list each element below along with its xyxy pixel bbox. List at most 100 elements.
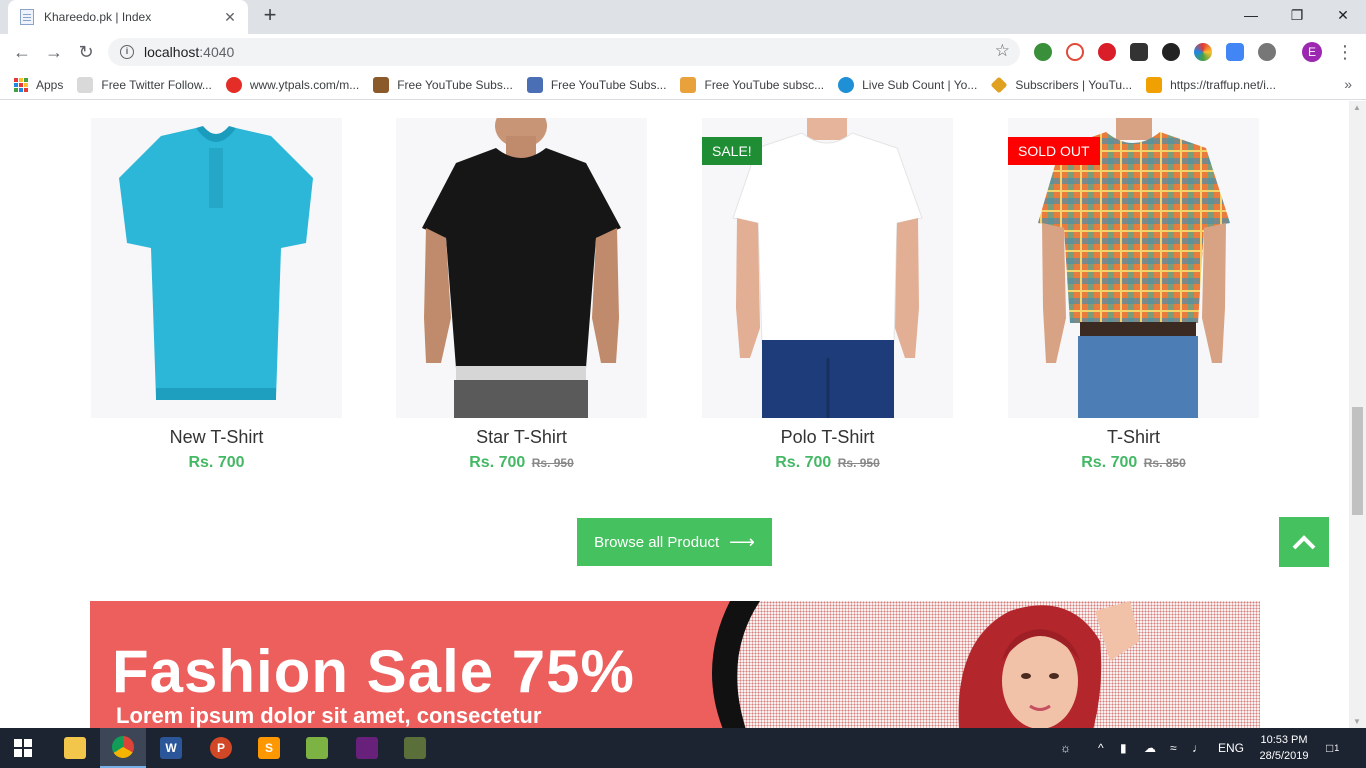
bookmark-item[interactable]: Live Sub Count | Yo... xyxy=(838,76,977,93)
product-image[interactable] xyxy=(91,118,342,418)
powerpoint-icon: P xyxy=(210,737,232,759)
browser-menu-icon[interactable]: ⋮ xyxy=(1336,40,1354,64)
product-image[interactable] xyxy=(396,118,647,418)
blue-polo-shirt-image xyxy=(119,126,313,400)
extension-tb-icon[interactable] xyxy=(1130,43,1148,61)
product-card[interactable]: New T-Shirt Rs. 700 xyxy=(91,118,342,472)
product-price: Rs. 700 xyxy=(91,454,342,472)
banner-subtitle: Lorem ipsum dolor sit amet, consectetur xyxy=(116,703,542,728)
onedrive-icon[interactable]: ☁ xyxy=(1144,728,1156,768)
product-card[interactable]: SALE! Polo T-Shirt Rs. 700 Rs. 950 xyxy=(702,118,953,472)
close-window-button[interactable]: ✕ xyxy=(1320,0,1366,30)
arrow-right-icon: ⟶ xyxy=(729,531,755,552)
taskbar-notepad[interactable] xyxy=(294,728,340,768)
bookmark-favicon-icon xyxy=(990,76,1008,93)
product-card[interactable]: Star T-Shirt Rs. 700 Rs. 950 xyxy=(396,118,647,472)
taskbar-sublime[interactable]: S xyxy=(246,728,292,768)
tool-icon xyxy=(404,737,426,759)
product-image[interactable]: SOLD OUT xyxy=(1008,118,1259,418)
bookmark-label: Free Twitter Follow... xyxy=(101,77,212,92)
people-icon[interactable]: ☼ xyxy=(1060,728,1071,768)
url-host: localhost xyxy=(144,44,200,60)
taskbar-chrome[interactable] xyxy=(100,728,146,768)
address-bar[interactable]: i localhost:4040 ☆ xyxy=(108,38,1020,66)
product-name[interactable]: T-Shirt xyxy=(1008,427,1259,448)
profile-avatar[interactable]: E xyxy=(1302,42,1322,62)
wifi-icon[interactable]: ≈ xyxy=(1170,728,1177,768)
bookmark-item[interactable]: Free YouTube Subs... xyxy=(373,76,513,93)
back-icon[interactable]: ← xyxy=(10,40,34,64)
scroll-thumb[interactable] xyxy=(1352,407,1363,515)
notifications-icon[interactable]: □ 1 xyxy=(1326,728,1339,768)
minimize-button[interactable]: — xyxy=(1228,0,1274,30)
page-viewport: New T-Shirt Rs. 700 Star T-Shirt Rs. 700… xyxy=(0,101,1349,728)
banner-swoosh-graphic xyxy=(712,601,760,728)
restore-button[interactable]: ❐ xyxy=(1274,0,1320,30)
extension-globe-icon[interactable] xyxy=(1034,43,1052,61)
taskbar-powerpoint[interactable]: P xyxy=(198,728,244,768)
visual-studio-icon xyxy=(356,737,378,759)
site-info-icon[interactable]: i xyxy=(120,45,134,59)
scroll-down-icon[interactable]: ▼ xyxy=(1353,717,1361,726)
apps-grid-icon xyxy=(14,77,28,92)
banner-right-panel xyxy=(730,601,1260,728)
volume-icon[interactable]: ♩ xyxy=(1192,728,1204,768)
chevron-up-icon xyxy=(1292,535,1316,550)
extension-color-icon[interactable] xyxy=(1194,43,1212,61)
taskbar-file-explorer[interactable] xyxy=(52,728,98,768)
bookmark-item[interactable]: Free YouTube subsc... xyxy=(680,76,824,93)
product-card[interactable]: SOLD OUT T-Shirt Rs. 700 Rs. 850 xyxy=(1008,118,1259,472)
close-tab-icon[interactable]: ✕ xyxy=(222,9,238,26)
bookmark-favicon-icon xyxy=(1146,76,1163,93)
tab-strip: Khareedo.pk | Index ✕ + — ❐ ✕ xyxy=(0,0,1366,34)
page-favicon-icon xyxy=(20,9,34,25)
forward-icon[interactable]: → xyxy=(42,40,66,64)
bookmark-favicon-icon xyxy=(526,76,543,93)
more-bookmarks-icon[interactable]: » xyxy=(1344,76,1352,92)
taskbar-tool[interactable] xyxy=(392,728,438,768)
black-tshirt-model-image xyxy=(396,118,647,418)
start-button[interactable] xyxy=(0,728,46,768)
product-name[interactable]: Star T-Shirt xyxy=(396,427,647,448)
product-name[interactable]: Polo T-Shirt xyxy=(702,427,953,448)
extension-settings-icon[interactable] xyxy=(1258,43,1276,61)
bookmark-item[interactable]: Subscribers | YouTu... xyxy=(990,76,1132,93)
bookmark-item[interactable]: Free YouTube Subs... xyxy=(526,76,666,93)
bookmark-item[interactable]: Free Twitter Follow... xyxy=(77,76,212,93)
current-price: Rs. 700 xyxy=(775,454,832,471)
page-scrollbar[interactable]: ▲ ▼ xyxy=(1349,101,1366,728)
product-name[interactable]: New T-Shirt xyxy=(91,427,342,448)
extension-k-icon[interactable] xyxy=(1162,43,1180,61)
new-tab-button[interactable]: + xyxy=(258,4,282,28)
reload-icon[interactable]: ↻ xyxy=(74,40,98,64)
extension-heart-icon[interactable] xyxy=(1098,43,1116,61)
battery-icon[interactable]: ▮ xyxy=(1120,728,1127,768)
product-image[interactable]: SALE! xyxy=(702,118,953,418)
current-price: Rs. 700 xyxy=(469,454,526,471)
product-price: Rs. 700 Rs. 850 xyxy=(1008,454,1259,472)
fashion-sale-banner[interactable]: Fashion Sale 75% Lorem ipsum dolor sit a… xyxy=(90,601,1260,728)
url-port: :4040 xyxy=(199,44,235,60)
old-price: Rs. 950 xyxy=(837,456,880,470)
browse-all-products-button[interactable]: Browse all Product ⟶ xyxy=(577,518,772,566)
product-price: Rs. 700 Rs. 950 xyxy=(396,454,647,472)
bookmark-item[interactable]: www.ytpals.com/m... xyxy=(225,76,359,93)
system-clock[interactable]: 10:53 PM 28/5/2019 xyxy=(1254,732,1314,764)
bookmark-apps[interactable]: Apps xyxy=(14,77,63,92)
scroll-up-icon[interactable]: ▲ xyxy=(1353,103,1361,112)
extension-block-icon[interactable] xyxy=(1066,43,1084,61)
current-price: Rs. 700 xyxy=(188,454,245,471)
model-photo-image xyxy=(958,601,1140,728)
bookmark-item[interactable]: https://traffup.net/i... xyxy=(1146,76,1276,93)
extension-doc-icon[interactable] xyxy=(1226,43,1244,61)
back-to-top-button[interactable] xyxy=(1279,517,1329,567)
language-indicator[interactable]: ENG xyxy=(1218,728,1244,768)
show-hidden-icons-icon[interactable]: ^ xyxy=(1098,728,1104,768)
browser-tab[interactable]: Khareedo.pk | Index ✕ xyxy=(8,0,248,34)
taskbar-word[interactable]: W xyxy=(148,728,194,768)
taskbar-visual-studio[interactable] xyxy=(344,728,390,768)
old-price: Rs. 950 xyxy=(531,456,574,470)
bookmark-star-icon[interactable]: ☆ xyxy=(995,41,1010,61)
bookmark-favicon-icon xyxy=(838,76,855,93)
browser-toolbar: ← → ↻ i localhost:4040 ☆ E ⋮ xyxy=(0,34,1366,70)
